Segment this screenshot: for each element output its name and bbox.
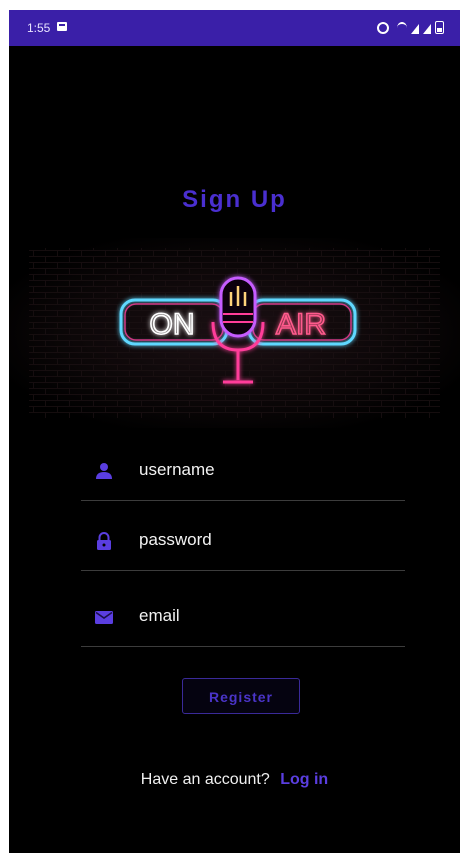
on-air-logo-graphic: ON AIR [29,248,440,418]
status-time: 1:55 [27,21,51,35]
image-icon [57,22,67,31]
logo-on-text: ON [150,308,195,341]
alarm-icon [377,22,389,34]
register-button[interactable]: Register [182,678,300,714]
signal-icon [411,24,419,34]
battery-icon [435,21,444,34]
logo-air-text: AIR [276,308,326,341]
mail-icon [95,611,113,624]
lock-icon [97,532,111,550]
person-icon [96,463,112,479]
password-field[interactable]: password [81,512,405,571]
app-screen: 1:55 Sign Up ON AIR username password em… [9,10,460,853]
username-placeholder: username [139,460,215,479]
have-account-text: Have an account? [140,771,270,788]
on-air-logo: ON AIR [9,238,460,428]
username-field[interactable]: username [81,442,405,501]
login-link[interactable]: Log in [280,771,328,788]
status-icons [377,20,444,34]
password-placeholder: password [139,530,212,549]
status-bar: 1:55 [9,10,460,46]
page-title: Sign Up [182,186,287,213]
email-field[interactable]: email [81,588,405,647]
signal-icon [423,24,431,34]
wifi-icon [397,22,407,34]
login-row: Have an account? Log in [9,771,460,789]
email-placeholder: email [139,606,180,625]
